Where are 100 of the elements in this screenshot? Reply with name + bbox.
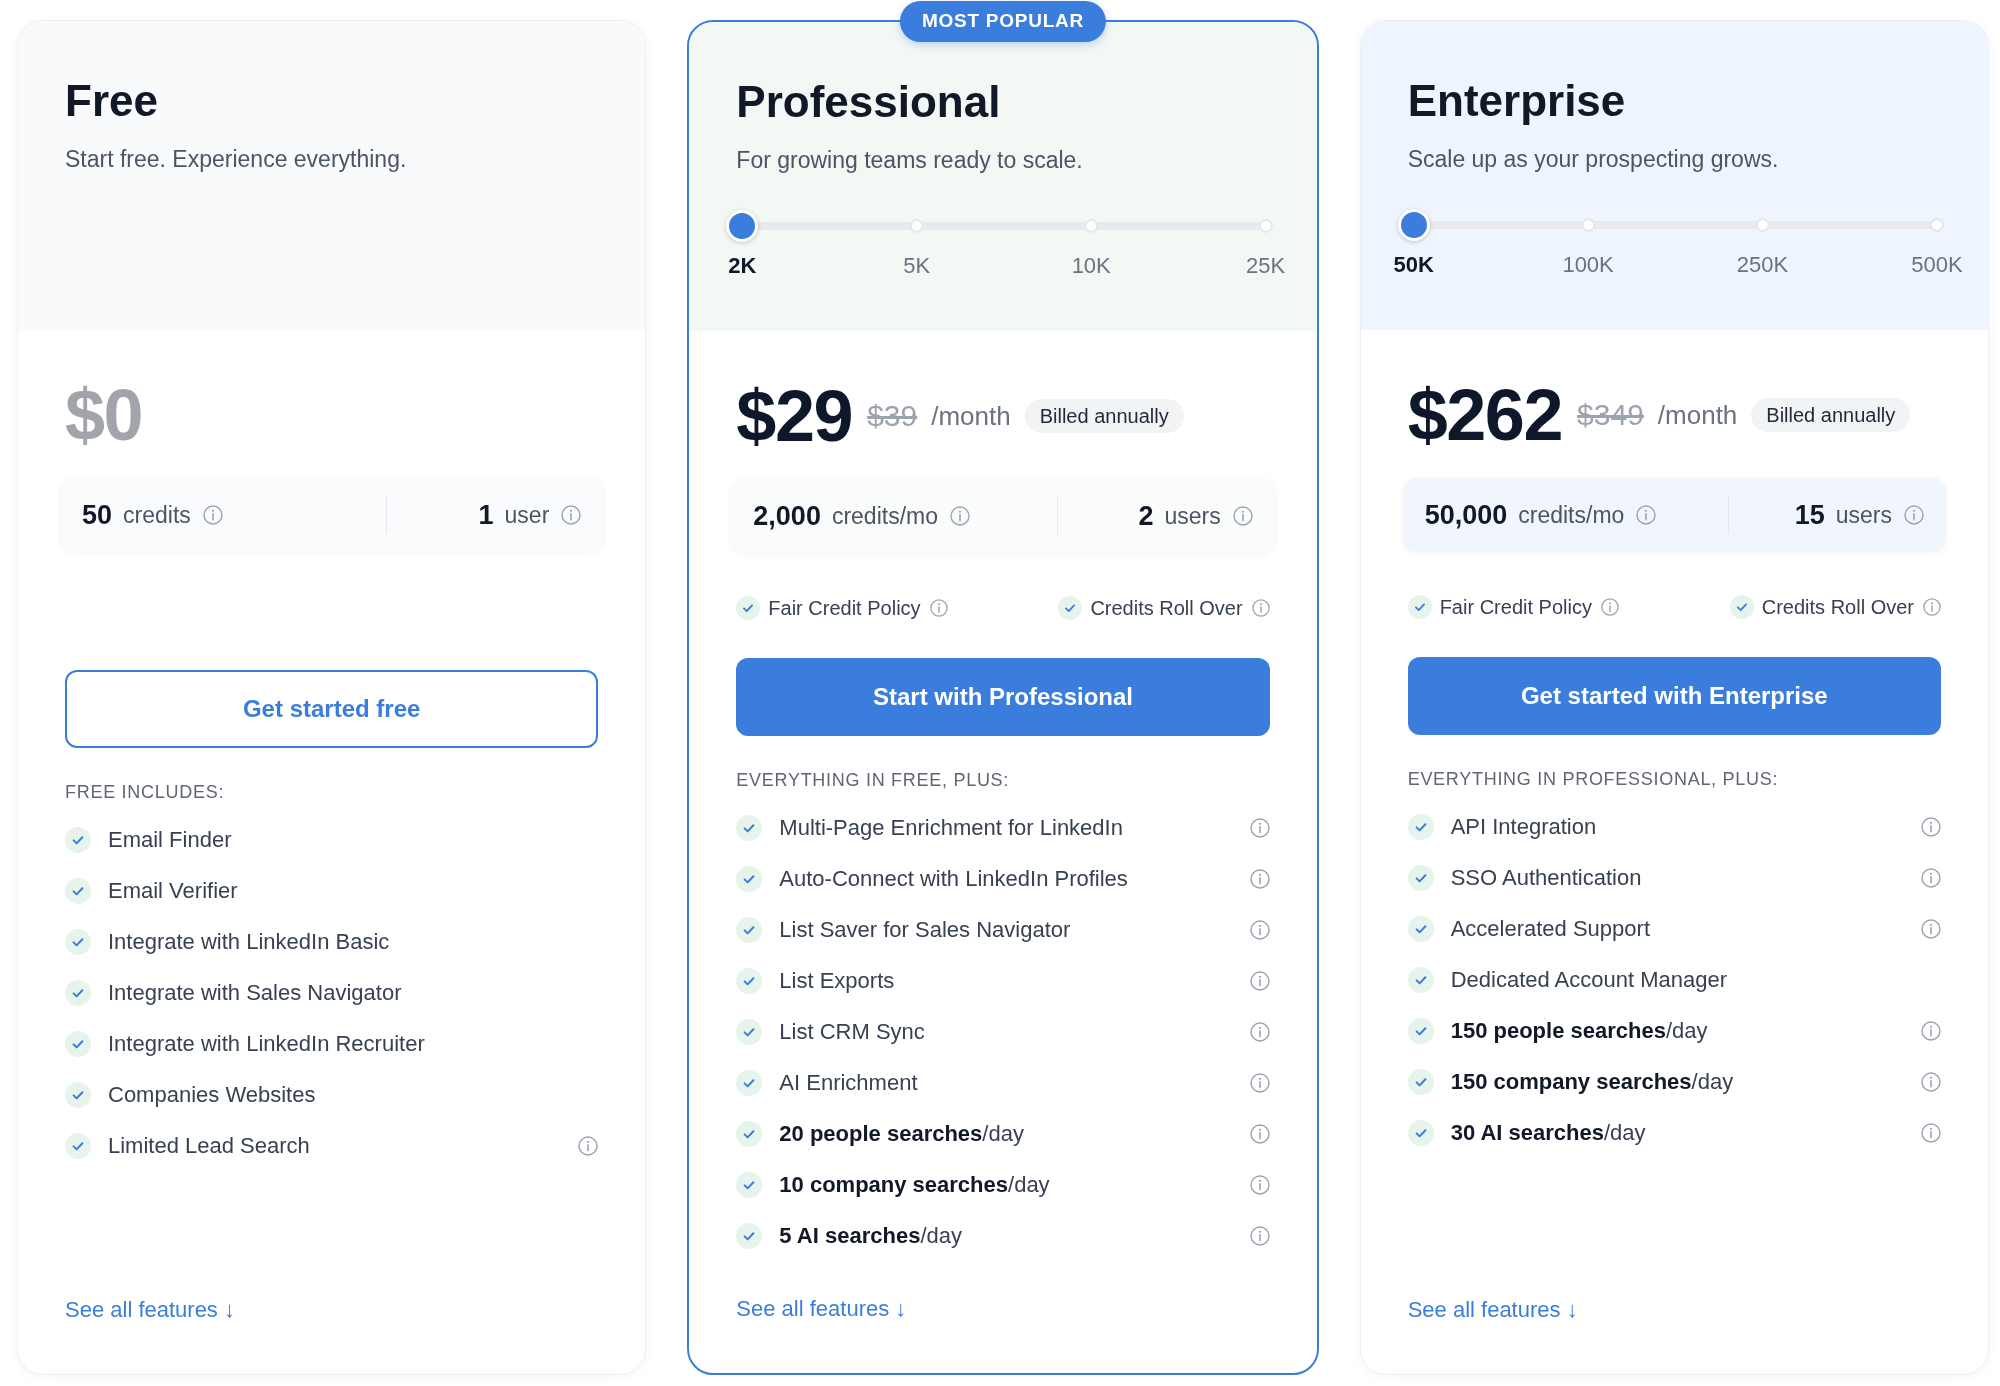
slider-label[interactable]: 500K — [1911, 251, 1963, 279]
check-icon — [736, 596, 761, 620]
features-heading: EVERYTHING IN FREE, PLUS: — [736, 769, 1010, 792]
feature-text: Auto-Connect with LinkedIn Profiles — [779, 864, 1128, 893]
feature-text: Integrate with Sales Navigator — [108, 978, 402, 1007]
check-icon — [1407, 966, 1434, 993]
slider-label[interactable]: 100K — [1562, 251, 1614, 279]
slider-track[interactable] — [758, 219, 1273, 233]
info-icon[interactable] — [1921, 1071, 1941, 1092]
stat-label: credits — [123, 501, 191, 530]
feature-text: 10 company searches/day — [779, 1170, 1050, 1199]
slider-label[interactable]: 10K — [1071, 252, 1111, 280]
info-icon[interactable] — [1600, 598, 1619, 616]
feature-text: 5 AI searches/day — [779, 1221, 962, 1250]
info-icon[interactable] — [1636, 505, 1657, 525]
feature-text: 150 company searches/day — [1450, 1067, 1734, 1096]
popular-badge: MOST POPULAR — [899, 1, 1107, 42]
check-icon — [736, 1069, 763, 1096]
check-icon — [1407, 1119, 1434, 1146]
check-icon — [736, 1018, 763, 1045]
slider-thumb[interactable] — [1397, 209, 1430, 241]
plan-title: Free — [65, 75, 159, 127]
see-all-features-link[interactable]: See all features ↓ — [736, 1294, 907, 1324]
cta-button[interactable]: Start with Professional — [736, 658, 1270, 736]
check-icon — [736, 967, 763, 994]
see-all-features-link[interactable]: See all features ↓ — [1407, 1295, 1578, 1325]
slider-thumb[interactable] — [726, 210, 759, 242]
slider-label[interactable]: 250K — [1736, 251, 1789, 279]
policy-label: Credits Roll Over — [1761, 595, 1914, 620]
plan-title: Professional — [736, 76, 1002, 128]
info-icon[interactable] — [1251, 599, 1270, 617]
check-icon — [736, 1222, 763, 1249]
billing-note: Billed annually — [1751, 398, 1911, 432]
info-icon[interactable] — [1232, 506, 1253, 526]
info-icon[interactable] — [1249, 1021, 1270, 1042]
stat-label: user — [504, 501, 550, 530]
original-price: $349 — [1577, 397, 1644, 433]
feature-text: 30 AI searches/day — [1450, 1118, 1646, 1147]
price-amount: $262 — [1407, 379, 1563, 451]
stat-label: credits/mo — [1518, 501, 1625, 530]
stat-label: credits/mo — [831, 502, 938, 531]
feature-text: Accelerated Support — [1450, 914, 1650, 943]
feature-text: SSO Authentication — [1450, 863, 1642, 892]
info-icon[interactable] — [1921, 1020, 1941, 1041]
policy-label: Fair Credit Policy — [768, 596, 921, 621]
check-icon — [1407, 595, 1432, 619]
info-icon[interactable] — [1249, 919, 1270, 940]
check-icon — [65, 979, 91, 1006]
info-icon[interactable] — [561, 505, 582, 525]
feature-text: Multi-Page Enrichment for LinkedIn — [779, 813, 1123, 842]
slider-label[interactable]: 5K — [903, 252, 931, 280]
info-icon[interactable] — [1249, 817, 1270, 838]
slider-track[interactable] — [1429, 218, 1944, 232]
info-icon[interactable] — [929, 599, 948, 617]
info-icon[interactable] — [1921, 918, 1941, 939]
feature-text: Integrate with LinkedIn Recruiter — [108, 1029, 425, 1058]
info-icon[interactable] — [202, 505, 223, 525]
info-icon[interactable] — [1904, 505, 1924, 525]
stat-label: users — [1164, 502, 1221, 531]
feature-text: Dedicated Account Manager — [1450, 965, 1728, 994]
check-icon — [1729, 595, 1754, 619]
plan-description: For growing teams ready to scale. — [736, 146, 1084, 175]
stat-value: 15 — [1794, 499, 1825, 532]
see-all-features-link[interactable]: See all features ↓ — [65, 1295, 235, 1325]
info-icon[interactable] — [1249, 1225, 1270, 1246]
cta-button[interactable]: Get started with Enterprise — [1407, 657, 1941, 735]
policy-label: Credits Roll Over — [1090, 596, 1243, 621]
check-icon — [65, 1081, 91, 1108]
plan-description: Start free. Experience everything. — [65, 145, 408, 174]
feature-text: Companies Websites — [108, 1080, 316, 1109]
info-icon[interactable] — [1921, 1122, 1941, 1143]
info-icon[interactable] — [578, 1135, 599, 1156]
stat-value: 2,000 — [753, 500, 821, 533]
info-icon[interactable] — [1249, 868, 1270, 889]
check-icon — [736, 1120, 763, 1147]
feature-text: Limited Lead Search — [108, 1131, 310, 1160]
info-icon[interactable] — [1249, 1174, 1270, 1195]
original-price: $39 — [867, 398, 918, 434]
info-icon[interactable] — [1921, 816, 1941, 837]
check-icon — [65, 1030, 91, 1057]
info-icon[interactable] — [1249, 970, 1270, 991]
stat-value: 1 — [478, 499, 494, 532]
info-icon[interactable] — [950, 506, 970, 526]
info-icon[interactable] — [1921, 867, 1941, 888]
slider-label[interactable]: 25K — [1246, 252, 1286, 280]
slider-label[interactable]: 2K — [728, 252, 757, 280]
check-icon — [1058, 596, 1083, 620]
info-icon[interactable] — [1923, 598, 1941, 616]
stat-value: 50,000 — [1424, 499, 1508, 532]
feature-text: List Exports — [779, 966, 895, 995]
check-icon — [65, 1132, 91, 1159]
slider-label[interactable]: 50K — [1393, 251, 1434, 279]
check-icon — [736, 814, 763, 841]
cta-button[interactable]: Get started free — [65, 670, 599, 748]
policy-label: Fair Credit Policy — [1439, 595, 1592, 620]
stat-value: 2 — [1138, 500, 1154, 533]
info-icon[interactable] — [1249, 1072, 1270, 1093]
price-period: /month — [931, 400, 1011, 433]
check-icon — [65, 928, 91, 955]
info-icon[interactable] — [1249, 1123, 1270, 1144]
